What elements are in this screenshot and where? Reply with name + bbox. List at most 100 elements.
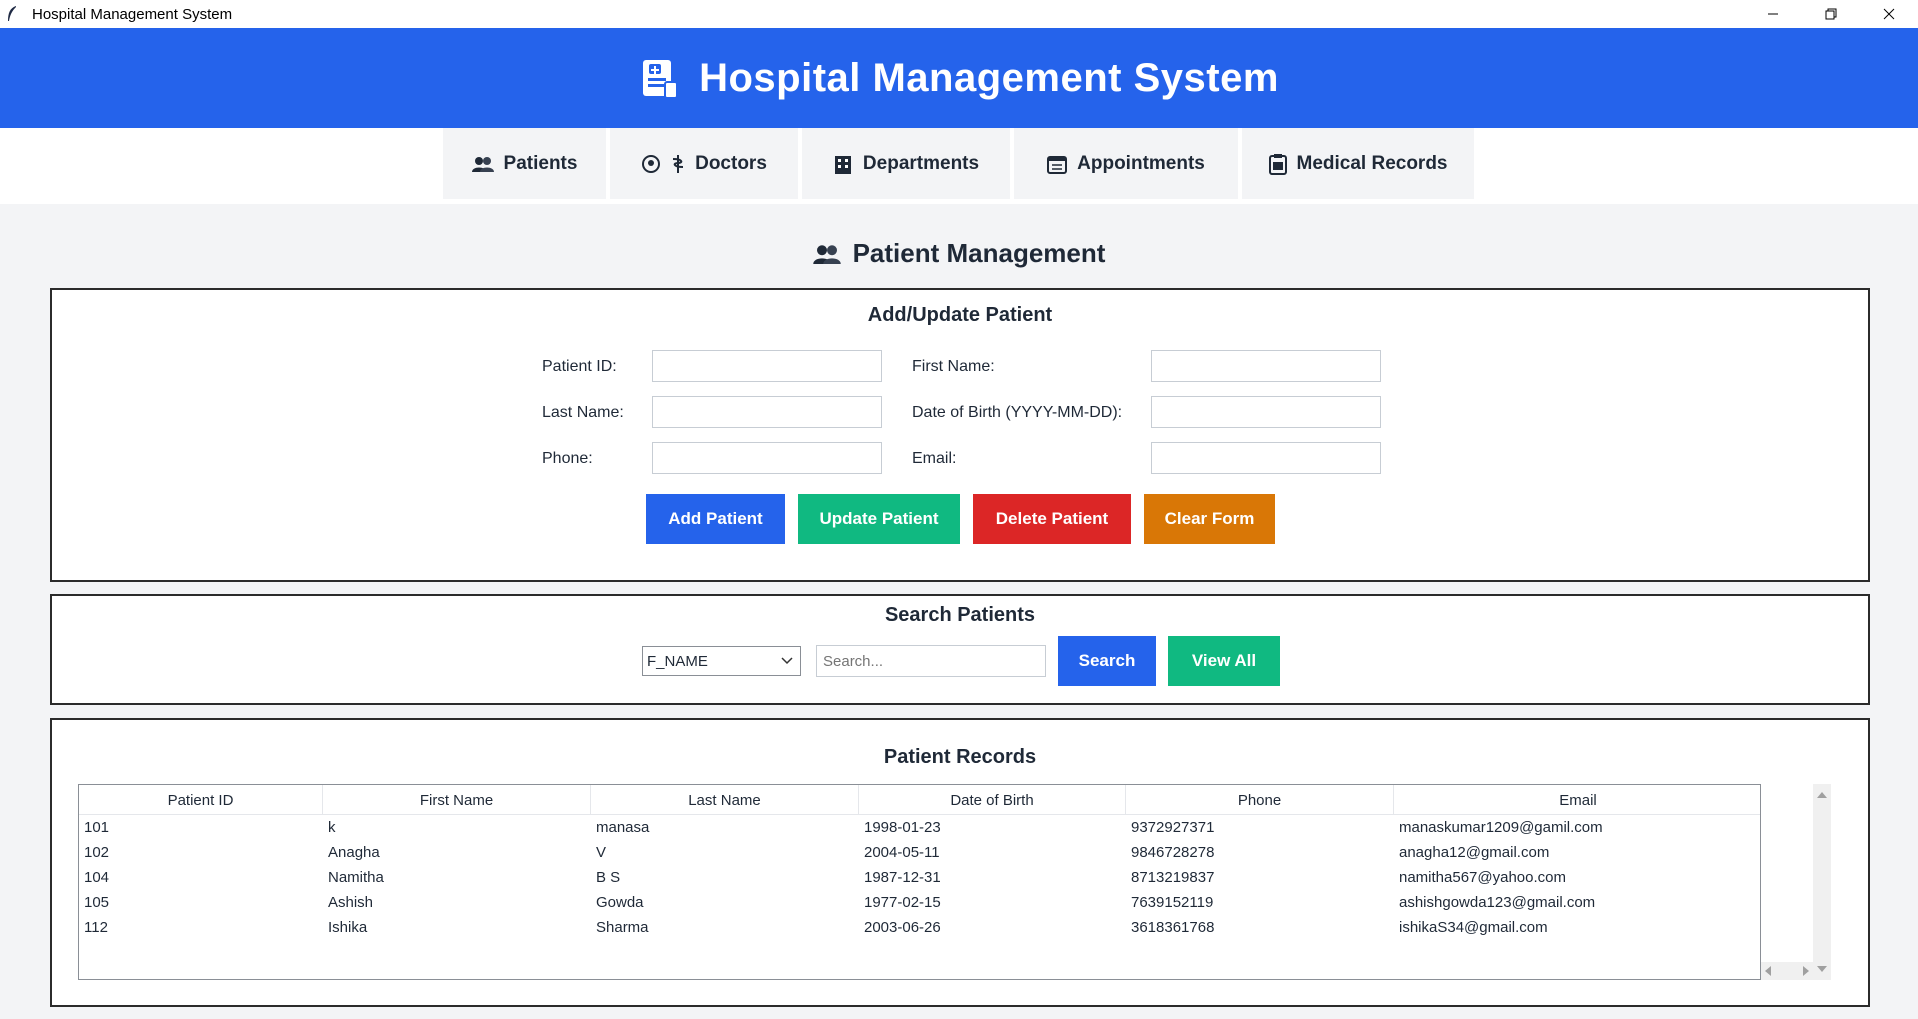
delete-patient-button[interactable]: Delete Patient xyxy=(973,494,1131,544)
column-header-dob[interactable]: Date of Birth xyxy=(859,785,1126,815)
cell-first-name: k xyxy=(328,819,336,836)
people-icon xyxy=(471,156,494,172)
scroll-left-right-icon xyxy=(1765,966,1809,976)
tab-medical-records[interactable]: Medical Records xyxy=(1242,128,1474,199)
cell-last-name: Sharma xyxy=(596,919,649,936)
cell-first-name: Ashish xyxy=(328,894,374,911)
cell-last-name: B S xyxy=(596,869,621,886)
cell-email: manaskumar1209@gamil.com xyxy=(1399,819,1603,836)
hospital-card-icon xyxy=(643,60,679,99)
phone-input[interactable] xyxy=(652,442,882,474)
cell-patient-id: 101 xyxy=(84,819,110,836)
calendar-icon xyxy=(1047,155,1068,174)
column-header-patient-id[interactable]: Patient ID xyxy=(79,785,323,815)
caduceus-icon xyxy=(673,154,684,173)
tab-medical-records-label: Medical Records xyxy=(1296,152,1448,174)
tab-patients-label: Patients xyxy=(503,152,578,174)
clear-form-button[interactable]: Clear Form xyxy=(1144,494,1275,544)
restore-icon xyxy=(1825,8,1837,20)
cell-first-name: Anagha xyxy=(328,844,380,861)
close-icon xyxy=(1883,8,1895,20)
dob-input[interactable] xyxy=(1151,396,1381,428)
view-all-button[interactable]: View All xyxy=(1168,636,1280,686)
doctor-icon xyxy=(642,154,661,173)
table-header: Patient ID First Name Last Name Date of … xyxy=(79,785,1760,815)
cell-last-name: V xyxy=(596,844,607,861)
cell-dob: 2004-05-11 xyxy=(864,844,940,861)
cell-patient-id: 102 xyxy=(84,844,110,861)
building-icon xyxy=(834,155,851,174)
update-patient-button[interactable]: Update Patient xyxy=(798,494,960,544)
tab-appointments[interactable]: Appointments xyxy=(1014,128,1238,199)
cell-phone: 3618361768 xyxy=(1131,919,1215,936)
tab-doctors-label: Doctors xyxy=(695,152,767,174)
tab-patients[interactable]: Patients xyxy=(443,128,606,199)
patient-id-label: Patient ID: xyxy=(542,358,617,375)
dob-label: Date of Birth (YYYY-MM-DD): xyxy=(912,404,1123,421)
table-body: 101 k manasa 1998-01-23 9372927371 manas… xyxy=(79,815,1760,940)
cell-patient-id: 104 xyxy=(84,869,110,886)
records-title: Patient Records xyxy=(883,746,1037,768)
cell-dob: 1977-02-15 xyxy=(864,894,941,911)
cell-dob: 2003-06-26 xyxy=(864,919,941,936)
column-header-last-name[interactable]: Last Name xyxy=(591,785,859,815)
cell-email: anagha12@gmail.com xyxy=(1399,844,1550,861)
chevron-down-icon xyxy=(781,657,793,665)
main-nav: Patients Doctors Departments Appointment… xyxy=(443,128,1474,199)
table-row[interactable]: 104 Namitha B S 1987-12-31 8713219837 na… xyxy=(79,865,1760,890)
cell-email: ishikaS34@gmail.com xyxy=(1399,919,1548,936)
last-name-input[interactable] xyxy=(652,396,882,428)
column-header-phone[interactable]: Phone xyxy=(1126,785,1394,815)
table-row[interactable]: 112 Ishika Sharma 2003-06-26 3618361768 … xyxy=(79,915,1760,940)
close-button[interactable] xyxy=(1860,0,1918,28)
people-icon xyxy=(812,244,841,264)
cell-dob: 1998-01-23 xyxy=(864,819,941,836)
search-button[interactable]: Search xyxy=(1058,636,1156,686)
first-name-input[interactable] xyxy=(1151,350,1381,382)
search-field-select[interactable]: F_NAME xyxy=(642,646,801,676)
minimize-icon xyxy=(1768,13,1778,15)
tab-departments[interactable]: Departments xyxy=(802,128,1010,199)
column-header-first-name[interactable]: First Name xyxy=(323,785,591,815)
search-field-value: F_NAME xyxy=(647,652,708,670)
clipboard-icon xyxy=(1268,153,1287,175)
tab-departments-label: Departments xyxy=(862,152,980,174)
window-title: Hospital Management System xyxy=(32,5,233,23)
cell-phone: 9372927371 xyxy=(1131,819,1215,836)
feather-icon xyxy=(6,5,20,23)
minimize-button[interactable] xyxy=(1744,0,1802,28)
cell-phone: 9846728278 xyxy=(1131,844,1215,861)
cell-last-name: manasa xyxy=(596,819,650,836)
phone-label: Phone: xyxy=(542,450,593,467)
restore-button[interactable] xyxy=(1802,0,1860,28)
search-input[interactable] xyxy=(816,645,1046,677)
email-label: Email: xyxy=(912,450,957,467)
window-titlebar: Hospital Management System xyxy=(0,0,1918,28)
cell-phone: 8713219837 xyxy=(1131,869,1215,886)
email-input[interactable] xyxy=(1151,442,1381,474)
tab-doctors[interactable]: Doctors xyxy=(610,128,798,199)
search-panel: Search Patients F_NAME Search View All xyxy=(50,594,1870,705)
table-row[interactable]: 105 Ashish Gowda 1977-02-15 7639152119 a… xyxy=(79,890,1760,915)
vertical-scrollbar[interactable] xyxy=(1813,784,1831,980)
tab-appointments-label: Appointments xyxy=(1077,152,1205,174)
cell-patient-id: 112 xyxy=(84,919,108,936)
patient-id-input[interactable] xyxy=(652,350,882,382)
cell-email: namitha567@yahoo.com xyxy=(1399,869,1566,886)
add-patient-button[interactable]: Add Patient xyxy=(646,494,785,544)
cell-last-name: Gowda xyxy=(596,894,644,911)
scroll-arrows-icon xyxy=(1817,792,1827,972)
page-title-text: Patient Management xyxy=(852,238,1106,268)
cell-phone: 7639152119 xyxy=(1131,894,1214,911)
column-header-email[interactable]: Email xyxy=(1394,785,1760,815)
page-title: Patient Management xyxy=(0,238,1918,269)
cell-first-name: Ishika xyxy=(328,919,368,936)
app-banner: Hospital Management System xyxy=(0,28,1918,128)
table-row[interactable]: 102 Anagha V 2004-05-11 9846728278 anagh… xyxy=(79,840,1760,865)
cell-first-name: Namitha xyxy=(328,869,384,886)
patient-table[interactable]: Patient ID First Name Last Name Date of … xyxy=(78,784,1761,980)
window-controls xyxy=(1744,0,1918,28)
horizontal-scrollbar[interactable] xyxy=(1761,962,1813,980)
banner-title: Hospital Management System xyxy=(699,55,1279,100)
table-row[interactable]: 101 k manasa 1998-01-23 9372927371 manas… xyxy=(79,815,1760,840)
